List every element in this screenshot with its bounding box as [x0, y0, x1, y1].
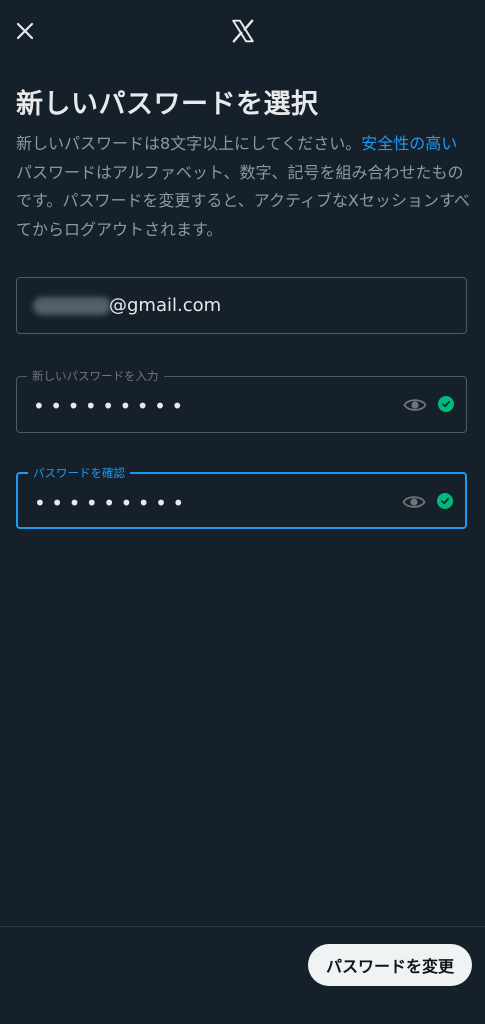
close-button[interactable]	[12, 18, 38, 44]
email-domain: @gmail.com	[109, 295, 222, 316]
page-title: 新しいパスワードを選択	[16, 89, 319, 120]
description-text-2: パスワードはアルファベット、数字、記号を組み合わせたものです。パスワードを変更す…	[16, 162, 470, 239]
redacted-email-username	[33, 297, 111, 315]
confirm-password-input[interactable]: •••••••••	[34, 493, 190, 513]
check-circle-icon	[438, 396, 454, 412]
eye-icon[interactable]	[403, 395, 427, 415]
close-icon	[17, 23, 33, 39]
email-field[interactable]: @gmail.com	[16, 277, 467, 334]
confirm-password-label: パスワードを確認	[28, 465, 130, 481]
confirm-password-field[interactable]: パスワードを確認 •••••••••	[16, 465, 467, 529]
top-bar	[0, 0, 485, 64]
new-password-input[interactable]: •••••••••	[33, 396, 189, 416]
new-password-field[interactable]: 新しいパスワードを入力 •••••••••	[16, 368, 467, 433]
description-text-1: 新しいパスワードは8文字以上にしてください。	[16, 134, 362, 153]
footer-divider	[0, 926, 485, 927]
description: 新しいパスワードは8文字以上にしてください。安全性の高いパスワードはアルファベッ…	[16, 130, 471, 244]
eye-icon[interactable]	[402, 492, 426, 512]
x-logo-icon	[232, 19, 254, 43]
check-circle-icon	[437, 493, 453, 509]
strong-password-link[interactable]: 安全性の高い	[361, 134, 457, 153]
change-password-button[interactable]: パスワードを変更	[308, 944, 472, 986]
new-password-label: 新しいパスワードを入力	[27, 368, 164, 384]
